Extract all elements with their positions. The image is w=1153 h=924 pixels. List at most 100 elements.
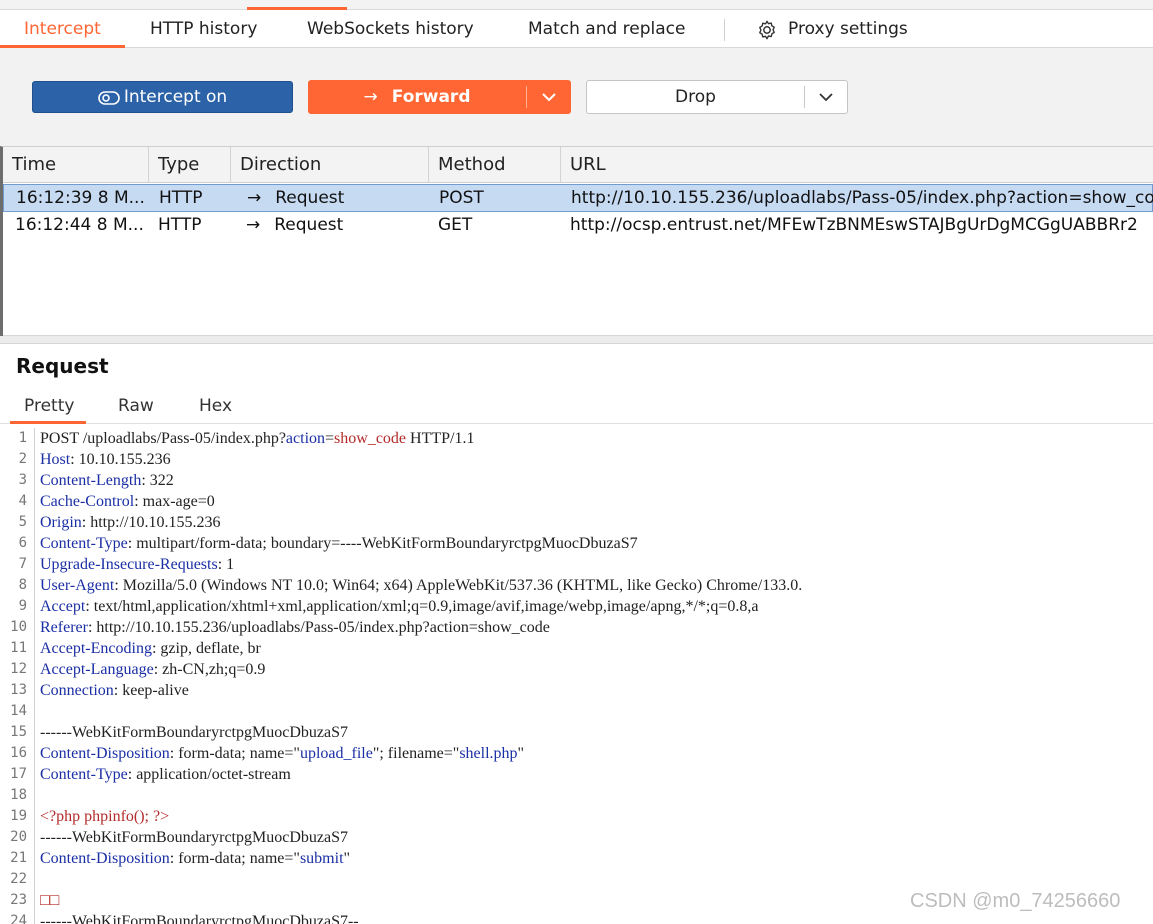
tab-http-history[interactable]: HTTP history: [150, 10, 257, 47]
column-header-time[interactable]: Time: [3, 147, 149, 183]
request-view-tabs: Pretty Raw Hex: [0, 392, 1153, 424]
row-type: HTTP: [159, 188, 203, 208]
tab-separator: [724, 19, 725, 41]
line-number: 16: [10, 745, 27, 761]
line-number: 12: [10, 661, 27, 677]
row-method: GET: [438, 215, 473, 235]
proxy-tab-bar: Intercept HTTP history WebSockets histor…: [0, 10, 1153, 48]
forward-dropdown-button[interactable]: [527, 80, 571, 114]
code-line: 20 ------WebKitFormBoundaryrctpgMuocDbuza…: [0, 827, 1153, 848]
drop-dropdown-button[interactable]: [805, 81, 847, 113]
line-number: 22: [10, 871, 27, 887]
forward-label: Forward: [391, 87, 471, 107]
request-editor[interactable]: 1 POST /uploadlabs/Pass-05/index.php?acti…: [0, 428, 1153, 924]
row-direction: → Request: [235, 212, 425, 240]
toggle-icon: [98, 91, 120, 105]
code-text: Accept-Encoding: gzip, deflate, br: [40, 640, 261, 657]
gear-icon[interactable]: [756, 19, 778, 41]
code-text: Upgrade-Insecure-Requests: 1: [40, 556, 235, 573]
code-line: 18: [0, 785, 1153, 806]
code-line: 1 POST /uploadlabs/Pass-05/index.php?acti…: [0, 428, 1153, 449]
row-url: http://ocsp.entrust.net/MFEwTzBNMEswSTAJ…: [570, 215, 1138, 235]
code-text: Content-Type: multipart/form-data; bound…: [40, 535, 638, 552]
line-number: 6: [18, 535, 27, 551]
code-line: 22: [0, 869, 1153, 890]
column-header-type[interactable]: Type: [149, 147, 231, 183]
line-number: 7: [18, 556, 27, 572]
line-number: 21: [10, 850, 27, 866]
code-text: POST /uploadlabs/Pass-05/index.php?actio…: [40, 430, 475, 447]
code-line: 4 Cache-Control: max-age=0: [0, 491, 1153, 512]
row-time: 16:12:44 8 M...: [15, 215, 144, 235]
tab-proxy-settings[interactable]: Proxy settings: [788, 10, 908, 47]
column-header-direction[interactable]: Direction: [231, 147, 429, 183]
code-text: Host: 10.10.155.236: [40, 451, 171, 468]
line-number: 10: [10, 619, 27, 635]
tab-pretty[interactable]: Pretty: [9, 392, 87, 424]
line-number: 9: [18, 598, 27, 614]
code-line: 17 Content-Type: application/octet-stream: [0, 764, 1153, 785]
table-header: Time Type Direction Method URL: [3, 147, 1153, 183]
row-direction-label: Request: [274, 215, 344, 235]
row-time: 16:12:39 8 M...: [16, 188, 145, 208]
line-number: 23: [10, 892, 27, 908]
column-header-url[interactable]: URL: [561, 147, 1153, 183]
line-number: 20: [10, 829, 27, 845]
tab-raw[interactable]: Raw: [118, 392, 154, 422]
code-text: Content-Disposition: form-data; name="up…: [40, 745, 525, 762]
request-title: Request: [16, 354, 109, 378]
arrow-right-icon: →: [246, 215, 261, 235]
line-number: 24: [10, 913, 27, 924]
line-number: 18: [10, 787, 27, 803]
tab-intercept[interactable]: Intercept: [0, 10, 125, 48]
code-text: ------WebKitFormBoundaryrctpgMuocDbuzaS7: [40, 724, 348, 741]
code-line: 16 Content-Disposition: form-data; name="…: [0, 743, 1153, 764]
code-line: 6 Content-Type: multipart/form-data; boun…: [0, 533, 1153, 554]
tab-match-and-replace[interactable]: Match and replace: [528, 10, 685, 47]
code-line: 11 Accept-Encoding: gzip, deflate, br: [0, 638, 1153, 659]
line-number: 11: [10, 640, 27, 656]
code-text: <?php phpinfo(); ?>: [40, 808, 170, 825]
tab-hex[interactable]: Hex: [199, 392, 232, 422]
column-header-method[interactable]: Method: [429, 147, 561, 183]
table-row[interactable]: 16:12:44 8 M... HTTP → Request GET http:/…: [3, 212, 1153, 240]
chevron-down-icon: [819, 93, 833, 102]
code-line: 14: [0, 701, 1153, 722]
code-text: Accept-Language: zh-CN,zh;q=0.9: [40, 661, 266, 678]
line-number: 3: [18, 472, 27, 488]
code-text: Connection: keep-alive: [40, 682, 189, 699]
tab-websockets-history[interactable]: WebSockets history: [307, 10, 474, 47]
code-text: Content-Disposition: form-data; name="su…: [40, 850, 351, 867]
forward-button[interactable]: → Forward: [308, 80, 571, 114]
intercept-controls: Intercept on → Forward Drop: [0, 48, 1153, 146]
line-number: 1: [18, 430, 27, 446]
code-text: Origin: http://10.10.155.236: [40, 514, 221, 531]
code-text: ------WebKitFormBoundaryrctpgMuocDbuzaS7…: [40, 913, 359, 924]
line-number: 19: [10, 808, 27, 824]
row-method: POST: [439, 188, 484, 208]
line-number: 13: [10, 682, 27, 698]
code-text: □□: [40, 892, 60, 909]
code-line: 2 Host: 10.10.155.236: [0, 449, 1153, 470]
line-number: 17: [10, 766, 27, 782]
code-line: 9 Accept: text/html,application/xhtml+xml…: [0, 596, 1153, 617]
arrow-right-icon: →: [247, 188, 262, 208]
code-line: 12 Accept-Language: zh-CN,zh;q=0.9: [0, 659, 1153, 680]
line-number: 14: [10, 703, 27, 719]
code-line: 15 ------WebKitFormBoundaryrctpgMuocDbuza…: [0, 722, 1153, 743]
line-number: 2: [18, 451, 27, 467]
code-line: 19 <?php phpinfo(); ?>: [0, 806, 1153, 827]
code-line: 10 Referer: http://10.10.155.236/uploadla…: [0, 617, 1153, 638]
intercept-queue-table: Time Type Direction Method URL 16:12:39 …: [0, 146, 1153, 337]
code-text: Content-Type: application/octet-stream: [40, 766, 291, 783]
code-text: ------WebKitFormBoundaryrctpgMuocDbuzaS7: [40, 829, 348, 846]
intercept-toggle-button[interactable]: Intercept on: [32, 81, 293, 113]
pane-splitter[interactable]: [0, 336, 1153, 344]
table-row[interactable]: 16:12:39 8 M... HTTP → Request POST http:…: [3, 184, 1153, 212]
code-line: 7 Upgrade-Insecure-Requests: 1: [0, 554, 1153, 575]
drop-button[interactable]: Drop: [586, 80, 848, 114]
code-text: Accept: text/html,application/xhtml+xml,…: [40, 598, 759, 615]
code-line: 13 Connection: keep-alive: [0, 680, 1153, 701]
code-text: User-Agent: Mozilla/5.0 (Windows NT 10.0…: [40, 577, 803, 594]
row-direction-label: Request: [275, 188, 345, 208]
